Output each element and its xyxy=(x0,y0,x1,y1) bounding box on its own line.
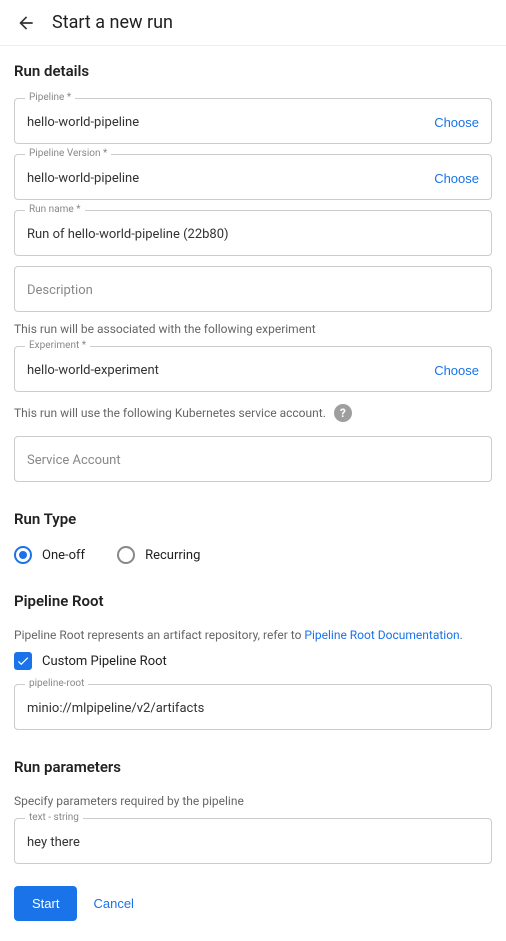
help-icon[interactable]: ? xyxy=(334,404,352,422)
pipeline-root-helper: Pipeline Root represents an artifact rep… xyxy=(14,628,492,642)
radio-icon-unchecked xyxy=(117,546,135,564)
radio-recurring[interactable]: Recurring xyxy=(117,546,200,564)
service-account-helper-text: This run will use the following Kubernet… xyxy=(14,406,326,420)
service-account-input[interactable] xyxy=(27,453,479,468)
content: Run details Pipeline * Choose Pipeline V… xyxy=(0,46,506,941)
service-account-helper-row: This run will use the following Kubernet… xyxy=(14,404,492,422)
pipeline-version-label: Pipeline Version * xyxy=(25,148,111,159)
radio-icon-checked xyxy=(14,546,32,564)
section-title-run-parameters: Run parameters xyxy=(14,758,492,776)
section-title-run-type: Run Type xyxy=(14,510,492,528)
page-title: Start a new run xyxy=(52,12,173,33)
custom-pipeline-root-label: Custom Pipeline Root xyxy=(42,654,167,669)
pipeline-version-field[interactable]: Pipeline Version * Choose xyxy=(14,154,492,200)
action-buttons: Start Cancel xyxy=(14,886,492,921)
back-arrow-icon[interactable] xyxy=(16,13,36,33)
checkbox-checked-icon xyxy=(14,652,32,670)
experiment-label: Experiment * xyxy=(25,340,90,351)
pipeline-root-doc-link[interactable]: Pipeline Root Documentation xyxy=(304,628,459,642)
pipeline-root-input[interactable] xyxy=(27,701,479,716)
start-button[interactable]: Start xyxy=(14,886,77,921)
pipeline-root-field[interactable]: pipeline-root xyxy=(14,684,492,730)
service-account-field[interactable] xyxy=(14,436,492,482)
param-text-field[interactable]: text - string xyxy=(14,818,492,864)
experiment-input[interactable] xyxy=(27,363,426,378)
run-name-field[interactable]: Run name * xyxy=(14,210,492,256)
pipeline-field[interactable]: Pipeline * Choose xyxy=(14,98,492,144)
radio-recurring-label: Recurring xyxy=(145,548,200,563)
description-input[interactable] xyxy=(27,283,479,298)
pipeline-choose-button[interactable]: Choose xyxy=(434,115,479,130)
pipeline-root-helper-prefix: Pipeline Root represents an artifact rep… xyxy=(14,628,304,642)
run-type-radio-group: One-off Recurring xyxy=(14,546,492,564)
pipeline-label: Pipeline * xyxy=(25,92,75,103)
radio-one-off-label: One-off xyxy=(42,548,85,563)
section-title-pipeline-root: Pipeline Root xyxy=(14,592,492,610)
custom-pipeline-root-checkbox-row[interactable]: Custom Pipeline Root xyxy=(14,652,492,670)
experiment-field[interactable]: Experiment * Choose xyxy=(14,346,492,392)
run-name-label: Run name * xyxy=(25,204,85,215)
section-title-run-details: Run details xyxy=(14,62,492,80)
pipeline-root-label: pipeline-root xyxy=(25,678,88,689)
experiment-helper-text: This run will be associated with the fol… xyxy=(14,322,492,336)
param-text-input[interactable] xyxy=(27,835,479,850)
cancel-button[interactable]: Cancel xyxy=(93,896,133,911)
pipeline-input[interactable] xyxy=(27,115,426,130)
pipeline-version-choose-button[interactable]: Choose xyxy=(434,171,479,186)
pipeline-root-helper-suffix: . xyxy=(460,628,463,642)
run-parameters-helper: Specify parameters required by the pipel… xyxy=(14,794,492,808)
pipeline-version-input[interactable] xyxy=(27,171,426,186)
param-text-label: text - string xyxy=(25,812,83,823)
experiment-choose-button[interactable]: Choose xyxy=(434,363,479,378)
description-field[interactable] xyxy=(14,266,492,312)
radio-one-off[interactable]: One-off xyxy=(14,546,85,564)
page-header: Start a new run xyxy=(0,0,506,46)
run-name-input[interactable] xyxy=(27,227,479,242)
